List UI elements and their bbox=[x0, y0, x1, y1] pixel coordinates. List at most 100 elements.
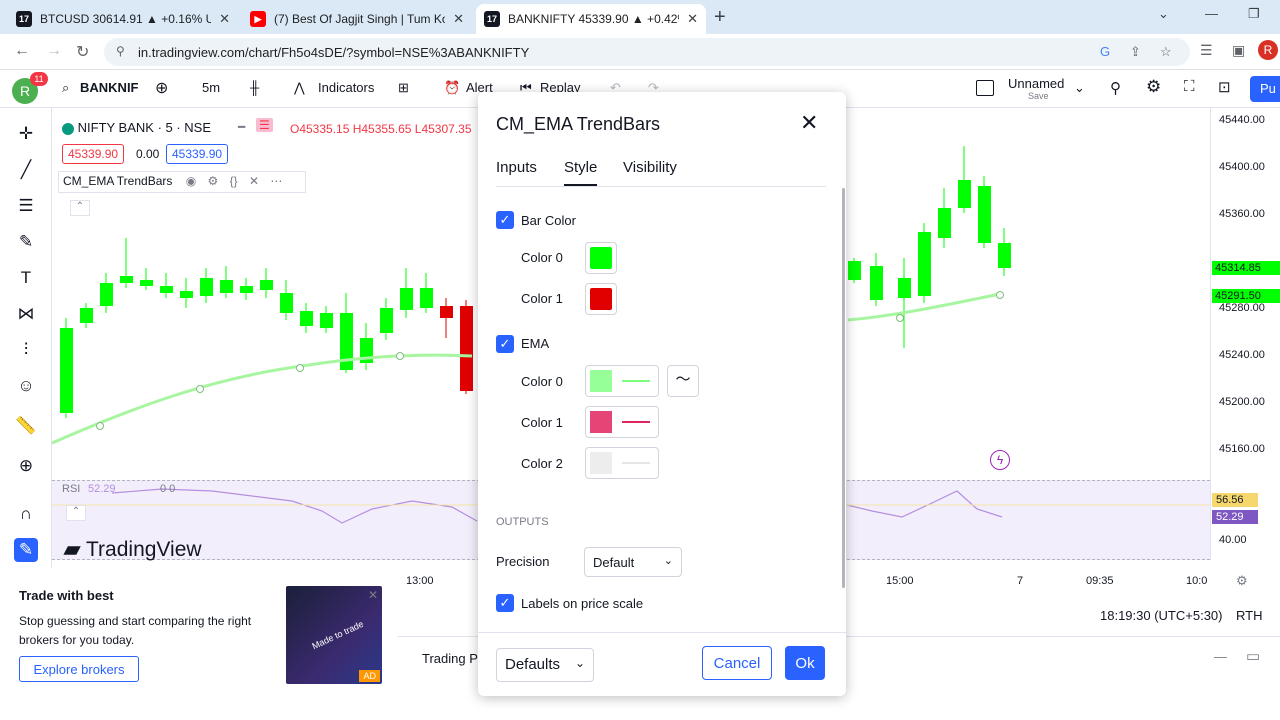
ema-checkbox[interactable]: ✓ bbox=[496, 335, 514, 353]
minimize-icon[interactable]: — bbox=[1205, 6, 1218, 21]
emoji-icon[interactable]: ☺ bbox=[14, 374, 38, 398]
brush-icon[interactable]: ✎ bbox=[14, 230, 38, 254]
candle-body bbox=[280, 293, 293, 313]
reload-icon[interactable]: ↻ bbox=[76, 42, 89, 62]
precision-select[interactable]: Default ⌄ bbox=[584, 547, 682, 577]
tab-search-icon[interactable]: ⌄ bbox=[1158, 6, 1169, 22]
share-icon[interactable]: ⇪ bbox=[1130, 44, 1141, 60]
ask-price-button[interactable]: 45339.90 bbox=[166, 144, 229, 164]
close-tab-icon[interactable]: ✕ bbox=[687, 11, 698, 27]
reading-list-icon[interactable]: ☰ bbox=[1200, 42, 1213, 59]
ok-button[interactable]: Ok bbox=[785, 646, 825, 680]
cancel-button[interactable]: Cancel bbox=[702, 646, 772, 680]
tab-visibility[interactable]: Visibility bbox=[623, 159, 677, 176]
bar-color-1-label: Color 1 bbox=[521, 291, 563, 306]
fullscreen-icon[interactable]: ⛶ bbox=[1184, 78, 1195, 95]
prediction-icon[interactable]: ⫶ bbox=[14, 338, 38, 362]
close-tab-icon[interactable]: ✕ bbox=[219, 11, 230, 27]
bookmark-star-icon[interactable]: ☆ bbox=[1160, 44, 1172, 60]
text-tool-icon[interactable]: T bbox=[14, 266, 38, 290]
site-info-icon[interactable]: ⚲ bbox=[116, 44, 125, 58]
profile-avatar[interactable]: R bbox=[1258, 40, 1278, 60]
layout-name[interactable]: Unnamed bbox=[1008, 76, 1064, 91]
tab-style[interactable]: Style bbox=[564, 159, 598, 187]
bid-price-button[interactable]: 45339.90 bbox=[62, 144, 125, 164]
indicators-button[interactable]: Indicators bbox=[318, 80, 374, 95]
restore-icon[interactable]: ❐ bbox=[1248, 6, 1260, 22]
search-icon[interactable]: ⌕ bbox=[62, 80, 69, 96]
chart-type-candles-icon[interactable]: ╫ bbox=[250, 80, 259, 95]
axis-settings-icon[interactable]: ⚙ bbox=[1236, 573, 1248, 589]
tab-inputs[interactable]: Inputs bbox=[496, 159, 537, 176]
forward-icon[interactable]: → bbox=[46, 42, 62, 60]
clock-text[interactable]: 18:19:30 (UTC+5:30) bbox=[1100, 608, 1222, 623]
collapse-rsi-icon[interactable]: ⌃ bbox=[66, 505, 86, 521]
legend-eye-icon[interactable]: ━ bbox=[238, 120, 245, 134]
lock-drawings-icon[interactable]: ✎ bbox=[14, 538, 38, 562]
trend-line-icon[interactable]: ╱ bbox=[14, 158, 38, 182]
ruler-icon[interactable]: 📏 bbox=[14, 414, 38, 438]
more-icon[interactable]: ⋯ bbox=[270, 174, 282, 188]
indicator-settings-icon[interactable]: ⚙ bbox=[208, 174, 219, 188]
layout-menu-chevron-icon[interactable]: ⌄ bbox=[1074, 80, 1085, 96]
publish-button[interactable]: Pu bbox=[1250, 76, 1280, 102]
candle-body bbox=[938, 208, 951, 238]
close-tab-icon[interactable]: ✕ bbox=[453, 11, 464, 27]
candle-body bbox=[240, 286, 253, 293]
templates-grid-icon[interactable]: ⊞ bbox=[398, 80, 409, 96]
defaults-button[interactable]: Defaults ⌄ bbox=[496, 648, 594, 682]
close-dialog-icon[interactable]: ✕ bbox=[800, 110, 818, 136]
browser-tab[interactable]: 17 BTCUSD 30614.91 ▲ +0.16% Unnamed ✕ bbox=[8, 4, 238, 34]
ema-color-1-swatch[interactable] bbox=[585, 406, 659, 438]
ad-panel: Trade with best Stop guessing and start … bbox=[0, 578, 398, 720]
maximize-panel-icon[interactable]: ▭ bbox=[1246, 647, 1260, 665]
trading-panel-tab[interactable]: Trading P bbox=[422, 651, 478, 666]
address-bar[interactable]: ⚲ in.tradingview.com/chart/Fh5o4sDE/?sym… bbox=[104, 38, 1190, 66]
snapshot-camera-icon[interactable]: ⊡ bbox=[1218, 78, 1231, 96]
crosshair-icon[interactable]: ✛ bbox=[14, 122, 38, 146]
layout-select-icon[interactable] bbox=[976, 80, 994, 96]
session-text[interactable]: RTH bbox=[1236, 608, 1262, 623]
side-panel-icon[interactable]: ▣ bbox=[1232, 42, 1245, 59]
ad-body: Stop guessing and start comparing the ri… bbox=[19, 614, 252, 647]
collapse-legend-icon[interactable]: ⌃ bbox=[70, 200, 90, 216]
minimize-panel-icon[interactable]: — bbox=[1214, 649, 1227, 664]
ema-color-2-swatch[interactable] bbox=[585, 447, 659, 479]
symbol-search-button[interactable]: BANKNIF bbox=[80, 80, 139, 95]
line-style-icon[interactable]: 〜 bbox=[667, 365, 699, 397]
settings-gear-icon[interactable]: ⚙ bbox=[1146, 77, 1161, 97]
zoom-in-icon[interactable]: ⊕ bbox=[14, 454, 38, 478]
browser-tab-active[interactable]: 17 BANKNIFTY 45339.90 ▲ +0.42% ✕ bbox=[476, 4, 706, 34]
new-tab-icon[interactable]: + bbox=[714, 6, 726, 29]
dialog-scrollbar[interactable] bbox=[842, 188, 845, 588]
back-icon[interactable]: ← bbox=[14, 42, 30, 60]
indicator-legend[interactable]: CM_EMA TrendBars ◉ ⚙ {} ✕ ⋯ bbox=[58, 171, 306, 193]
google-icon[interactable]: G bbox=[1100, 44, 1110, 59]
source-code-icon[interactable]: {} bbox=[230, 174, 238, 188]
labels-on-price-scale-checkbox[interactable]: ✓ bbox=[496, 594, 514, 612]
remove-indicator-icon[interactable]: ✕ bbox=[249, 174, 259, 188]
price-scale[interactable]: 45440.00 45400.00 45360.00 45280.00 4524… bbox=[1210, 108, 1280, 560]
visibility-eye-icon[interactable]: ◉ bbox=[186, 174, 196, 188]
alert-icon: ⏰ bbox=[444, 80, 461, 95]
browser-tab[interactable]: ▶ (7) Best Of Jagjit Singh | Tum Ko ✕ bbox=[242, 4, 472, 34]
bar-color-checkbox[interactable]: ✓ bbox=[496, 211, 514, 229]
quick-search-icon[interactable]: ⚲ bbox=[1110, 79, 1121, 97]
lightning-event-icon[interactable]: ϟ bbox=[990, 450, 1010, 470]
compare-add-icon[interactable]: ⊕ bbox=[155, 78, 168, 98]
magnet-icon[interactable]: ∩ bbox=[14, 502, 38, 526]
tab-title: BTCUSD 30614.91 ▲ +0.16% Unnamed bbox=[40, 12, 212, 26]
price-tick: 45160.00 bbox=[1219, 443, 1265, 455]
pattern-icon[interactable]: ⋈ bbox=[14, 302, 38, 326]
bar-color-0-swatch[interactable] bbox=[585, 242, 617, 274]
interval-button[interactable]: 5m bbox=[202, 80, 220, 95]
ema-color-0-swatch[interactable] bbox=[585, 365, 659, 397]
fib-retracement-icon[interactable]: ☰ bbox=[14, 194, 38, 218]
symbol-title: NIFTY BANK · 5 · NSE bbox=[77, 120, 212, 135]
legend-flag-icon[interactable]: ☰ bbox=[256, 118, 273, 132]
close-ad-icon[interactable]: ✕ bbox=[368, 588, 378, 602]
bar-color-1-swatch[interactable] bbox=[585, 283, 617, 315]
layout-save-label[interactable]: Save bbox=[1028, 91, 1049, 101]
candle-body bbox=[400, 288, 413, 310]
explore-brokers-button[interactable]: Explore brokers bbox=[19, 656, 139, 682]
